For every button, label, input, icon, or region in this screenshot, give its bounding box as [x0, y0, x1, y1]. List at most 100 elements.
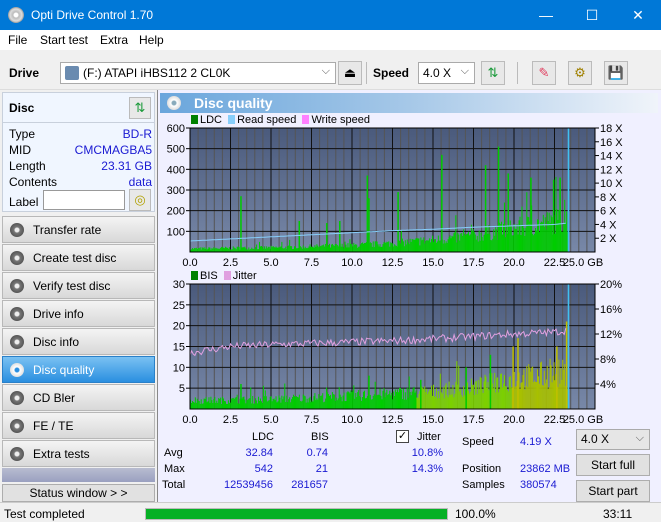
sidebar-item-create-test-disc[interactable]: Create test disc — [2, 244, 155, 271]
disc-icon — [10, 307, 24, 321]
status-window-button[interactable]: Status window > > — [2, 484, 155, 502]
ldc-bar — [356, 244, 358, 252]
ldc-bar-spike — [530, 177, 532, 252]
ldc-bar — [328, 243, 330, 252]
save-icon: 💾 — [607, 65, 625, 80]
bis-bar — [417, 398, 419, 409]
ldc-bar — [376, 241, 378, 252]
ldc-bar — [330, 244, 332, 252]
ldc-bar — [409, 238, 411, 252]
jitter-checkbox[interactable]: ✓ — [396, 430, 409, 443]
bis-bar — [524, 389, 526, 409]
ldc-bar — [224, 246, 226, 252]
bis-bar — [287, 402, 289, 409]
divider — [3, 122, 154, 123]
start-part-button[interactable]: Start part — [576, 480, 650, 502]
speed-select[interactable]: 4.0 X ⌵ — [418, 62, 475, 84]
menu-file[interactable]: File — [8, 33, 27, 47]
bis-bar — [412, 388, 414, 409]
settings-button[interactable]: ⚙ — [568, 61, 592, 85]
ldc-bar — [434, 239, 436, 252]
ldc-bar — [544, 217, 546, 252]
save-button[interactable]: 💾 — [604, 61, 628, 85]
bis-bar — [485, 376, 487, 409]
bis-bar — [520, 382, 522, 409]
sidebar-item-disc-quality[interactable]: Disc quality — [2, 356, 155, 383]
bis-bar — [318, 394, 320, 409]
bis-bar — [206, 402, 208, 409]
mid-label: MID — [9, 143, 31, 157]
ldc-bar — [565, 222, 567, 252]
bis-bar — [532, 366, 534, 409]
ldc-bar — [433, 239, 435, 252]
sidebar-item-cd-bler[interactable]: CD Bler — [2, 384, 155, 411]
sidebar-item-drive-info[interactable]: Drive info — [2, 300, 155, 327]
close-button[interactable]: ✕ — [615, 0, 661, 30]
maximize-button[interactable]: ☐ — [569, 0, 615, 30]
ldc-bar — [555, 176, 557, 252]
y-tick-label: 25 — [173, 300, 185, 312]
refresh-button[interactable]: ⇅ — [481, 61, 505, 85]
ldc-bar — [556, 209, 558, 252]
ldc-bar — [334, 244, 336, 252]
menu-help[interactable]: Help — [139, 33, 164, 47]
drive-select[interactable]: (F:) ATAPI iHBS112 2 CL0K ⌵ — [60, 62, 336, 84]
bis-bar — [429, 389, 431, 409]
bis-bar — [259, 398, 261, 409]
ldc-bar — [491, 240, 493, 252]
ldc-bar — [480, 232, 482, 252]
ldc-bar — [512, 235, 514, 252]
bis-bar — [445, 383, 447, 409]
ldc-bar — [425, 241, 427, 252]
bis-bar — [209, 402, 211, 409]
bis-bar — [559, 383, 561, 409]
ldc-bar — [242, 247, 244, 252]
label-input[interactable] — [43, 190, 125, 210]
bis-bar — [501, 373, 503, 409]
ldc-bar — [323, 244, 325, 252]
disc-refresh-button[interactable]: ⇅ — [129, 97, 151, 119]
start-full-button[interactable]: Start full — [576, 454, 650, 476]
bis-bar — [395, 389, 397, 409]
ldc-bar — [513, 224, 515, 252]
erase-button[interactable]: ✎ — [532, 61, 556, 85]
stats-panel: LDC BIS ✓ Jitter Avg 32.84 0.74 10.8% Ma… — [158, 428, 661, 502]
y-tick-label: 5 — [179, 383, 185, 395]
ldc-bar — [331, 243, 333, 252]
menu-start-test[interactable]: Start test — [40, 33, 88, 47]
ldc-bar — [516, 224, 518, 252]
bis-bar — [220, 397, 222, 409]
ldc-bar — [307, 247, 309, 252]
label-apply-button[interactable]: ◎ — [129, 189, 151, 211]
sidebar-item-extra-tests[interactable]: Extra tests — [2, 440, 155, 467]
sidebar-item-label: Transfer rate — [33, 223, 102, 237]
bis-bar — [233, 398, 235, 409]
ldc-bar — [208, 247, 210, 252]
type-value: BD-R — [122, 127, 152, 141]
max-bis: 21 — [315, 463, 328, 475]
bis-bar — [494, 372, 496, 409]
sidebar-item-disc-info[interactable]: Disc info — [2, 328, 155, 355]
bis-bar — [422, 387, 424, 409]
ldc-bar — [395, 245, 397, 252]
minimize-button[interactable]: — — [523, 0, 569, 30]
bis-bar — [409, 391, 411, 409]
test-speed-select[interactable]: 4.0 X ⌵ — [576, 429, 650, 450]
bis-bar — [329, 394, 331, 409]
ldc-bar — [503, 202, 505, 252]
bis-bar-spike — [512, 346, 514, 409]
sidebar-item-fe-te[interactable]: FE / TE — [2, 412, 155, 439]
ldc-bar — [467, 231, 469, 252]
x-tick-label: 25.0 GB — [563, 414, 603, 424]
bis-bar — [203, 398, 205, 409]
ldc-bar — [248, 247, 250, 252]
sidebar-item-transfer-rate[interactable]: Transfer rate — [2, 216, 155, 243]
menu-extra[interactable]: Extra — [100, 33, 128, 47]
ldc-bar — [205, 247, 207, 252]
eject-button[interactable]: ⏏ — [338, 61, 362, 85]
ldc-bar — [486, 226, 488, 252]
bis-bar — [358, 390, 360, 409]
sidebar-item-verify-test-disc[interactable]: Verify test disc — [2, 272, 155, 299]
ldc-bar — [349, 239, 351, 252]
samples-value: 380574 — [520, 479, 557, 491]
